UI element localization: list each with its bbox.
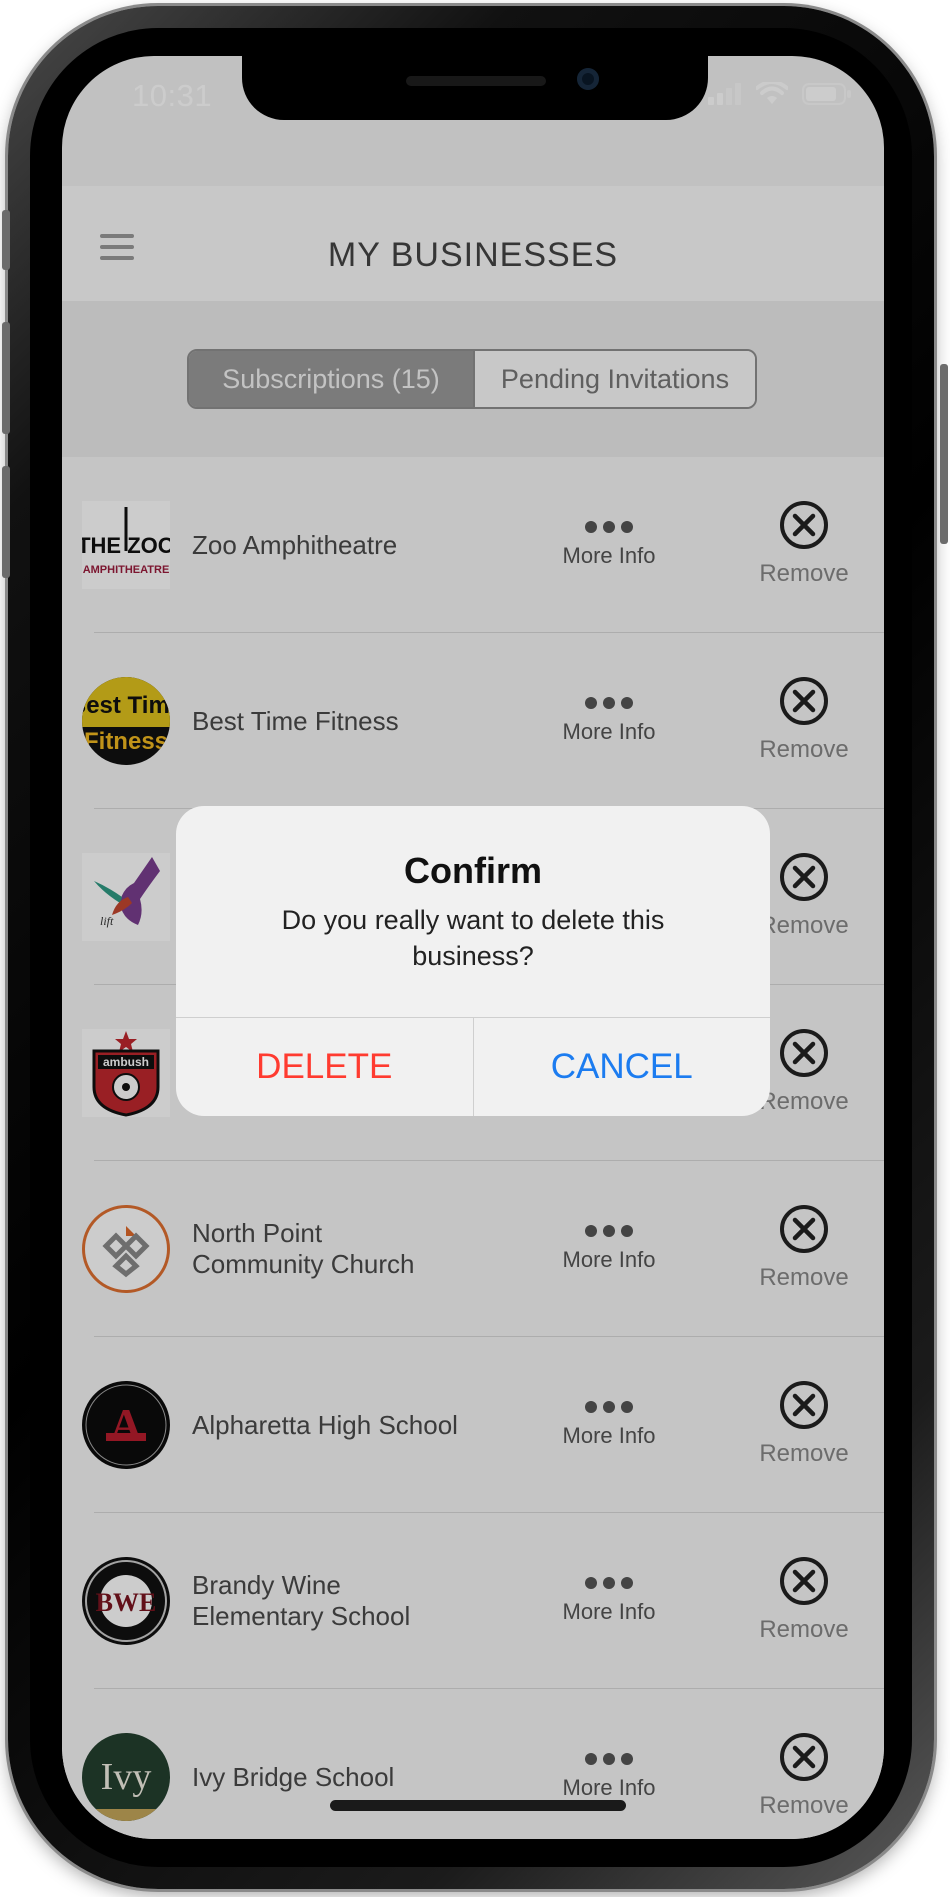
dialog-title: Confirm [404,850,542,891]
volume-down-button [2,466,10,578]
home-indicator[interactable] [330,1800,626,1811]
delete-button[interactable]: DELETE [176,1018,474,1116]
dialog-message: Do you really want to delete this busine… [281,905,665,971]
dialog-buttons: DELETE CANCEL [176,1017,770,1116]
mute-switch [2,210,10,270]
cancel-button[interactable]: CANCEL [474,1018,771,1116]
power-button [940,364,948,544]
volume-up-button [2,322,10,434]
confirm-dialog: Confirm Do you really want to delete thi… [176,806,770,1116]
phone-screen: 10:31 MY BUSINESSES Subscriptions (15) P… [62,56,884,1839]
